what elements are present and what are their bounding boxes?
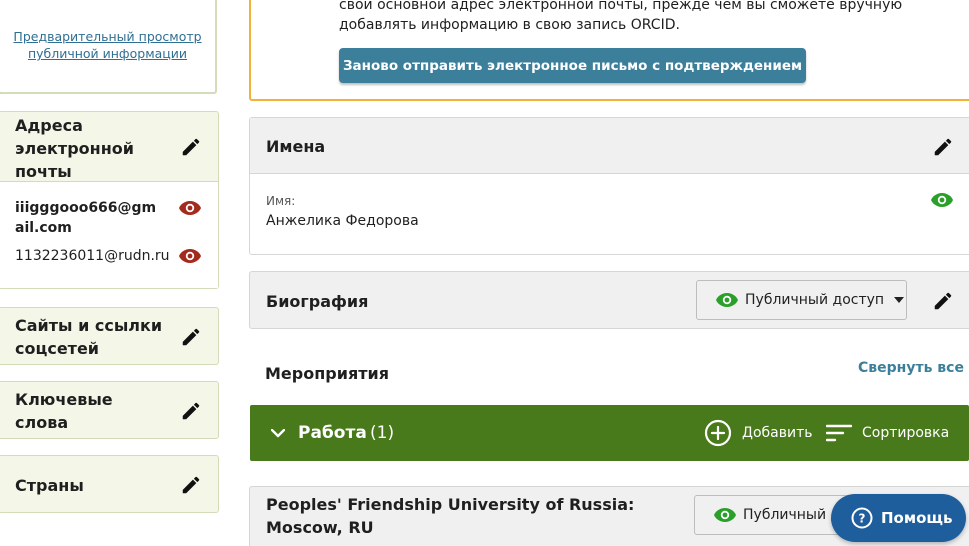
biography-title: Биография (266, 292, 369, 311)
names-header: Имена (250, 118, 969, 174)
collapse-all-link[interactable]: Свернуть все (858, 358, 964, 378)
svg-text:?: ? (859, 512, 866, 526)
edit-countries-pencil-icon[interactable] (180, 474, 202, 496)
notice-text-line-1: свой основной адрес электронной почты, п… (339, 0, 903, 13)
edit-emails-pencil-icon[interactable] (180, 136, 202, 158)
help-button[interactable]: ? Помощь (831, 494, 966, 542)
work-item-title[interactable]: Peoples' Friendship University of Russia… (266, 493, 676, 539)
names-title: Имена (266, 137, 326, 156)
question-icon: ? (851, 507, 873, 529)
emails-section: Адреса электронной почты iiigggooo666@gm… (0, 111, 219, 289)
websites-section: Сайты и ссылки соцсетей (0, 307, 219, 365)
works-title: Работа (298, 423, 367, 443)
record-summary-card: 1391 Предварительный просмотр публичной … (0, 0, 217, 94)
emails-section-title: Адреса электронной почты (15, 116, 134, 181)
plus-circle-icon[interactable] (704, 419, 732, 447)
edit-names-pencil-icon[interactable] (932, 136, 954, 158)
names-section: Имена Имя: Анжелика Федорова (249, 117, 969, 255)
chevron-down-icon[interactable] (271, 429, 285, 438)
name-field-value: Анжелика Федорова (266, 213, 419, 229)
public-preview-link[interactable]: Предварительный просмотр публичной инфор… (10, 28, 205, 62)
biography-section: Биография Публичный доступ (249, 271, 969, 329)
resend-verification-button[interactable]: Заново отправить электронное письмо с по… (339, 48, 806, 83)
works-section-header[interactable]: Работа (1) Добавить Сортировка (250, 405, 969, 461)
keywords-section: Ключевые слова (0, 381, 219, 439)
email-item: 1132236011@rudn.ru (15, 248, 170, 264)
caret-down-icon (894, 297, 905, 303)
verify-email-notice: свой основной адрес электронной почты, п… (249, 0, 969, 101)
activities-title: Мероприятия (265, 364, 389, 383)
countries-section-title: Страны (15, 476, 84, 495)
websites-section-title: Сайты и ссылки соцсетей (15, 316, 163, 358)
public-visibility-eye-icon (714, 508, 736, 522)
sort-works-button[interactable]: Сортировка (862, 423, 949, 443)
works-count: (1) (370, 423, 395, 443)
notice-text-line-2: добавлять информацию в свою запись ORCID… (339, 17, 680, 33)
edit-keywords-pencil-icon[interactable] (180, 400, 202, 422)
biography-visibility-dropdown[interactable]: Публичный доступ (696, 280, 907, 320)
email-item: iiigggooo666@gmail.com (15, 200, 157, 236)
edit-websites-pencil-icon[interactable] (180, 326, 202, 348)
email-list: iiigggooo666@gmail.com 1132236011@rudn.r… (0, 182, 218, 288)
edit-biography-pencil-icon[interactable] (932, 290, 954, 312)
name-field-label: Имя: (266, 194, 296, 208)
keywords-section-title: Ключевые слова (15, 390, 113, 432)
add-work-button[interactable]: Добавить (742, 423, 812, 443)
public-visibility-eye-icon[interactable] (930, 192, 954, 208)
private-visibility-eye-icon[interactable] (178, 248, 202, 264)
private-visibility-eye-icon[interactable] (178, 200, 202, 216)
countries-section: Страны (0, 455, 219, 513)
public-visibility-eye-icon (716, 293, 738, 307)
sort-lines-icon[interactable] (826, 424, 852, 442)
biography-visibility-label: Публичный доступ (745, 292, 885, 308)
help-button-label: Помощь (881, 509, 953, 527)
